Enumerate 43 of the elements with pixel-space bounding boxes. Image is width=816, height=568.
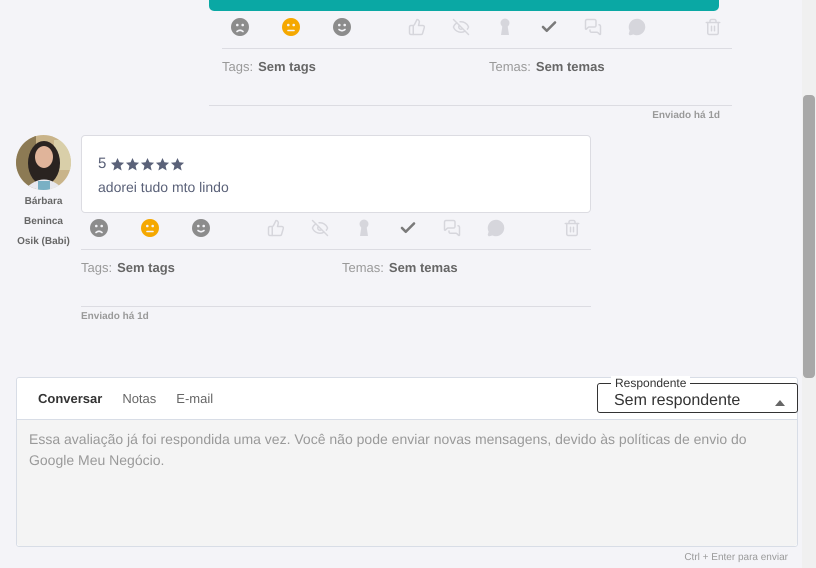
tags-label: Tags: [81,259,112,278]
themes-label: Temas: [342,259,384,278]
composer-tab[interactable]: Conversar [38,388,102,408]
rating-number: 5 [98,154,106,174]
sad-face-button[interactable] [231,18,249,36]
eye-off-icon[interactable] [452,18,470,36]
star-icon [140,156,156,172]
star-icon [170,156,186,172]
caret-icon [775,400,785,406]
themes-value: Sem temas [536,58,605,76]
chat-bubbles-icon[interactable] [443,219,461,237]
tags-value: Sem tags [258,58,316,76]
tags-value: Sem tags [117,259,175,278]
star-icon [155,156,170,172]
chat-bubbles-icon[interactable] [584,18,602,36]
keyhole-icon[interactable] [358,219,370,237]
trash-icon[interactable] [704,18,722,36]
tags-label: Tags: [222,58,254,76]
composer-tab[interactable]: Notas [122,388,156,408]
scrollbar[interactable] [802,0,816,568]
star-icon [125,156,140,172]
keyhole-icon[interactable] [499,18,511,36]
sad-face-button[interactable] [90,219,108,237]
thumbs-up-icon[interactable] [408,18,426,36]
sent-time: Enviado há 1d [652,109,720,123]
star-icon [110,156,126,172]
sent-time: Enviado há 1d [81,310,150,324]
themes-value: Sem temas [388,259,458,278]
author-name: Bárbara Beninca Osik (Babi) [16,195,71,249]
composer-tab[interactable]: E-mail [176,388,214,408]
message-bubble-icon[interactable] [487,219,505,237]
happy-face-button[interactable] [333,18,351,36]
respondent-label: Respondente [611,376,690,390]
eye-off-icon[interactable] [311,219,329,237]
send-hint: Ctrl + Enter para enviar [684,551,788,565]
trash-icon[interactable] [563,219,581,237]
neutral-face-button[interactable] [141,219,159,237]
neutral-face-button[interactable] [282,18,300,36]
happy-face-button[interactable] [192,219,210,237]
themes-label: Temas: [489,58,531,76]
message-bubble-icon[interactable] [628,18,646,36]
review-text: adorei tudo mto lindo [98,178,230,196]
thumbs-up-icon[interactable] [267,219,285,237]
